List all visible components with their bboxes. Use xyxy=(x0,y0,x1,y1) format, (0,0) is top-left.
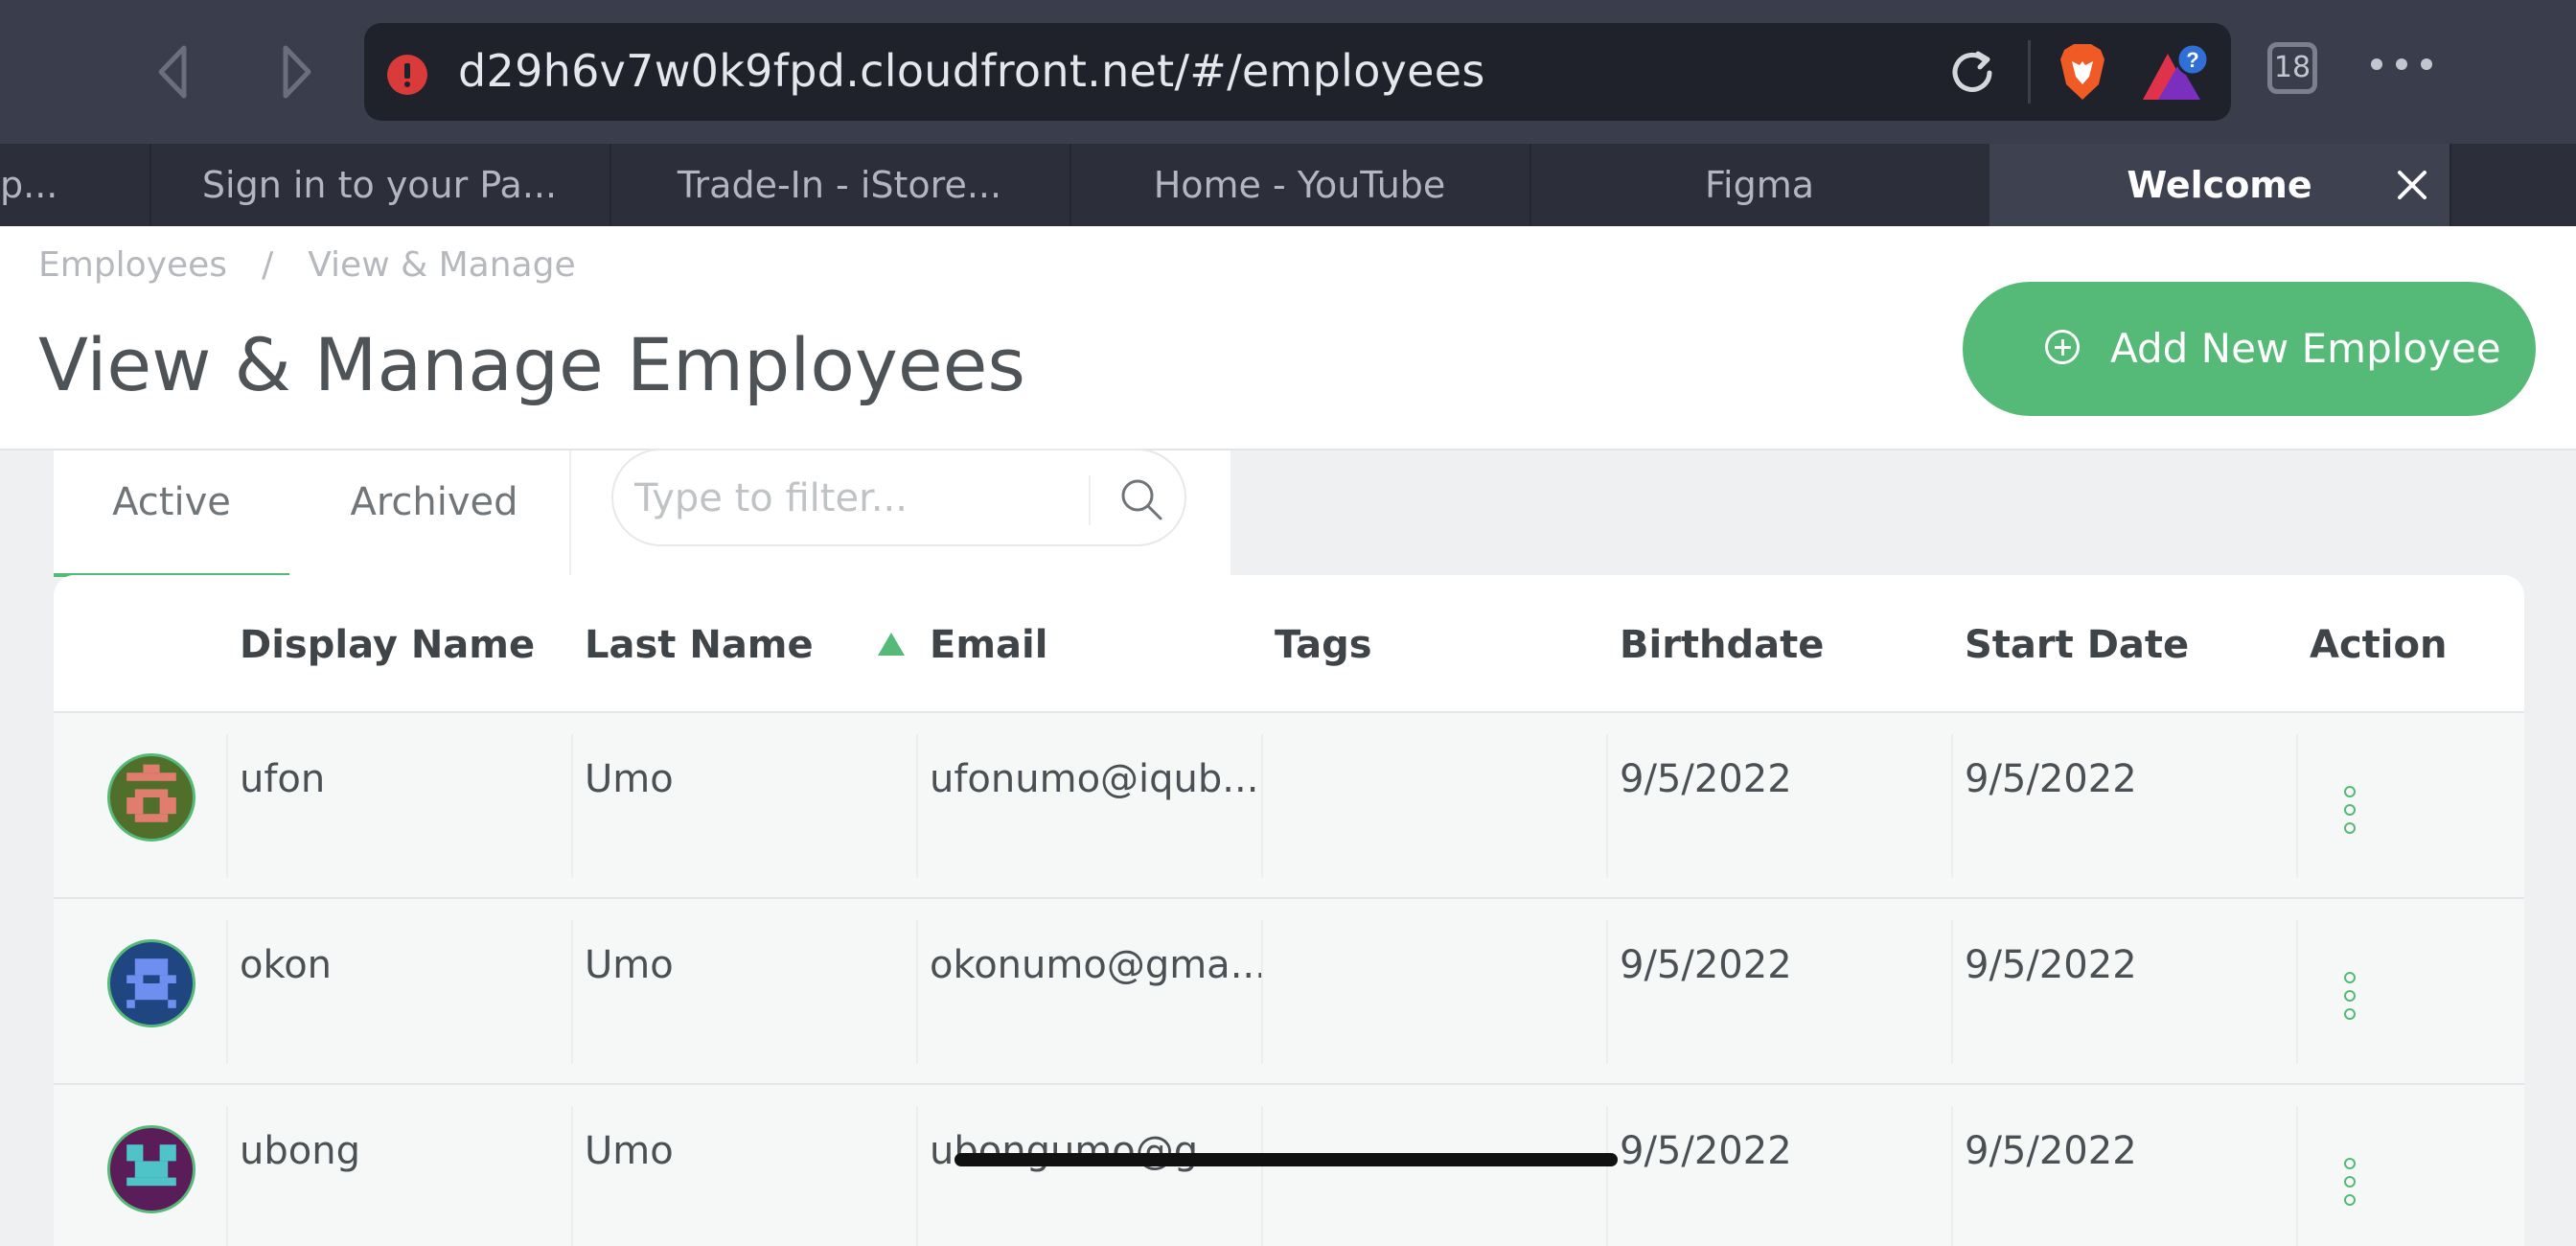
column-separator xyxy=(226,920,228,1064)
avatar xyxy=(107,753,196,842)
row-actions-menu-icon[interactable] xyxy=(2344,786,2358,836)
browser-tab[interactable]: p... xyxy=(0,144,151,226)
breadcrumb-current: View & Manage xyxy=(308,245,576,285)
column-separator xyxy=(916,920,918,1064)
column-separator xyxy=(2296,920,2298,1064)
column-header-start-date[interactable]: Start Date xyxy=(1965,623,2189,667)
brave-rewards-icon[interactable]: ? xyxy=(2139,40,2216,107)
cell-birthdate: 9/5/2022 xyxy=(1620,757,1792,801)
column-header-email[interactable]: Email xyxy=(930,623,1047,667)
filter-input[interactable] xyxy=(632,464,1087,533)
filter-search-box xyxy=(611,449,1186,546)
cell-email: ubongumo@g... xyxy=(930,1129,1235,1173)
table-row[interactable]: ufon Umo ufonumo@iqub... 9/5/2022 9/5/20… xyxy=(54,711,2524,899)
column-separator xyxy=(1951,920,1953,1064)
cell-display-name: ufon xyxy=(240,757,326,801)
cell-start-date: 9/5/2022 xyxy=(1965,1129,2137,1173)
reload-icon[interactable] xyxy=(1945,46,1999,100)
browser-toolbar: d29h6v7w0k9fpd.cloudfront.net/#/employee… xyxy=(0,0,2576,144)
tab-active[interactable]: Active xyxy=(54,450,289,577)
browser-tab-active[interactable]: Welcome xyxy=(1990,144,2451,226)
not-secure-warning-icon[interactable] xyxy=(387,55,427,95)
back-icon[interactable] xyxy=(142,38,209,105)
column-separator xyxy=(226,1106,228,1246)
tab-switcher-button[interactable]: 18 xyxy=(2267,42,2317,94)
cell-start-date: 9/5/2022 xyxy=(1965,757,2137,801)
add-new-employee-button[interactable]: Add New Employee xyxy=(1963,282,2536,416)
tab-archived[interactable]: Archived xyxy=(305,450,564,577)
brave-shields-icon[interactable] xyxy=(2051,40,2114,104)
more-menu-icon[interactable] xyxy=(2371,56,2486,84)
table-header: Display Name Last Name Email Tags Birthd… xyxy=(54,575,2524,713)
browser-tab[interactable]: Figma xyxy=(1530,144,1991,226)
filter-panel: Active Archived xyxy=(54,449,1230,577)
column-header-display-name[interactable]: Display Name xyxy=(240,623,535,667)
tab-label: Home - YouTube xyxy=(1153,164,1446,206)
cell-email: okonumo@gma... xyxy=(930,943,1267,987)
column-header-action: Action xyxy=(2310,623,2448,667)
column-separator xyxy=(1606,920,1608,1064)
close-tab-icon[interactable] xyxy=(2394,167,2430,203)
tab-label: p... xyxy=(0,164,58,206)
column-separator xyxy=(2296,734,2298,878)
page-title: View & Manage Employees xyxy=(38,322,1025,407)
browser-tab-strip: p... Sign in to your Pa... Trade-In - iS… xyxy=(0,144,2576,226)
column-separator xyxy=(571,734,573,878)
forward-icon[interactable] xyxy=(263,38,330,105)
column-separator xyxy=(1951,1106,1953,1246)
browser-tab[interactable]: Trade-In - iStore... xyxy=(610,144,1071,226)
column-separator xyxy=(2296,1106,2298,1246)
home-indicator[interactable] xyxy=(954,1153,1618,1166)
column-separator xyxy=(226,734,228,878)
plus-circle-icon xyxy=(2045,330,2080,364)
page-header: Employees / View & Manage View & Manage Em… xyxy=(0,226,2576,450)
row-actions-menu-icon[interactable] xyxy=(2344,972,2358,1022)
employees-table: Display Name Last Name Email Tags Birthd… xyxy=(54,575,2524,1246)
row-actions-menu-icon[interactable] xyxy=(2344,1158,2358,1208)
column-separator xyxy=(916,734,918,878)
tab-label: Welcome xyxy=(2127,164,2312,206)
column-separator xyxy=(1261,1106,1263,1246)
tab-label: Figma xyxy=(1704,164,1815,206)
cell-email: ufonumo@iqub... xyxy=(930,757,1259,801)
search-divider xyxy=(1089,475,1091,525)
column-separator xyxy=(571,1106,573,1246)
column-separator xyxy=(1606,1106,1608,1246)
cell-last-name: Umo xyxy=(585,757,674,801)
cell-last-name: Umo xyxy=(585,943,674,987)
cell-start-date: 9/5/2022 xyxy=(1965,943,2137,987)
browser-tab[interactable]: Sign in to your Pa... xyxy=(150,144,611,226)
cell-display-name: okon xyxy=(240,943,333,987)
table-row[interactable]: okon Umo okonumo@gma... 9/5/2022 9/5/202… xyxy=(54,897,2524,1085)
column-header-last-name[interactable]: Last Name xyxy=(585,623,814,667)
column-separator xyxy=(1261,920,1263,1064)
column-header-birthdate[interactable]: Birthdate xyxy=(1620,623,1824,667)
column-separator xyxy=(1261,734,1263,878)
avatar xyxy=(107,1125,196,1213)
browser-tab[interactable]: Home - YouTube xyxy=(1070,144,1531,226)
address-bar-divider xyxy=(2028,40,2031,104)
add-new-employee-label: Add New Employee xyxy=(2110,325,2501,372)
address-bar[interactable]: d29h6v7w0k9fpd.cloudfront.net/#/employee… xyxy=(364,23,2231,121)
column-separator xyxy=(1606,734,1608,878)
search-icon[interactable] xyxy=(1117,475,1165,523)
breadcrumb-link-employees[interactable]: Employees xyxy=(38,245,227,285)
filter-divider xyxy=(569,450,571,577)
column-header-tags[interactable]: Tags xyxy=(1275,623,1372,667)
cell-last-name: Umo xyxy=(585,1129,674,1173)
avatar xyxy=(107,939,196,1027)
cell-birthdate: 9/5/2022 xyxy=(1620,943,1792,987)
tab-label: Sign in to your Pa... xyxy=(201,164,558,206)
tab-label: Trade-In - iStore... xyxy=(677,164,1002,206)
cell-display-name: ubong xyxy=(240,1129,360,1173)
breadcrumb-separator: / xyxy=(262,245,274,285)
svg-text:?: ? xyxy=(2186,48,2198,72)
breadcrumb: Employees / View & Manage xyxy=(38,245,576,285)
url-text[interactable]: d29h6v7w0k9fpd.cloudfront.net/#/employee… xyxy=(458,42,1485,100)
cell-birthdate: 9/5/2022 xyxy=(1620,1129,1792,1173)
sort-ascending-icon[interactable] xyxy=(878,633,905,656)
column-separator xyxy=(1951,734,1953,878)
column-separator xyxy=(571,920,573,1064)
column-separator xyxy=(916,1106,918,1246)
